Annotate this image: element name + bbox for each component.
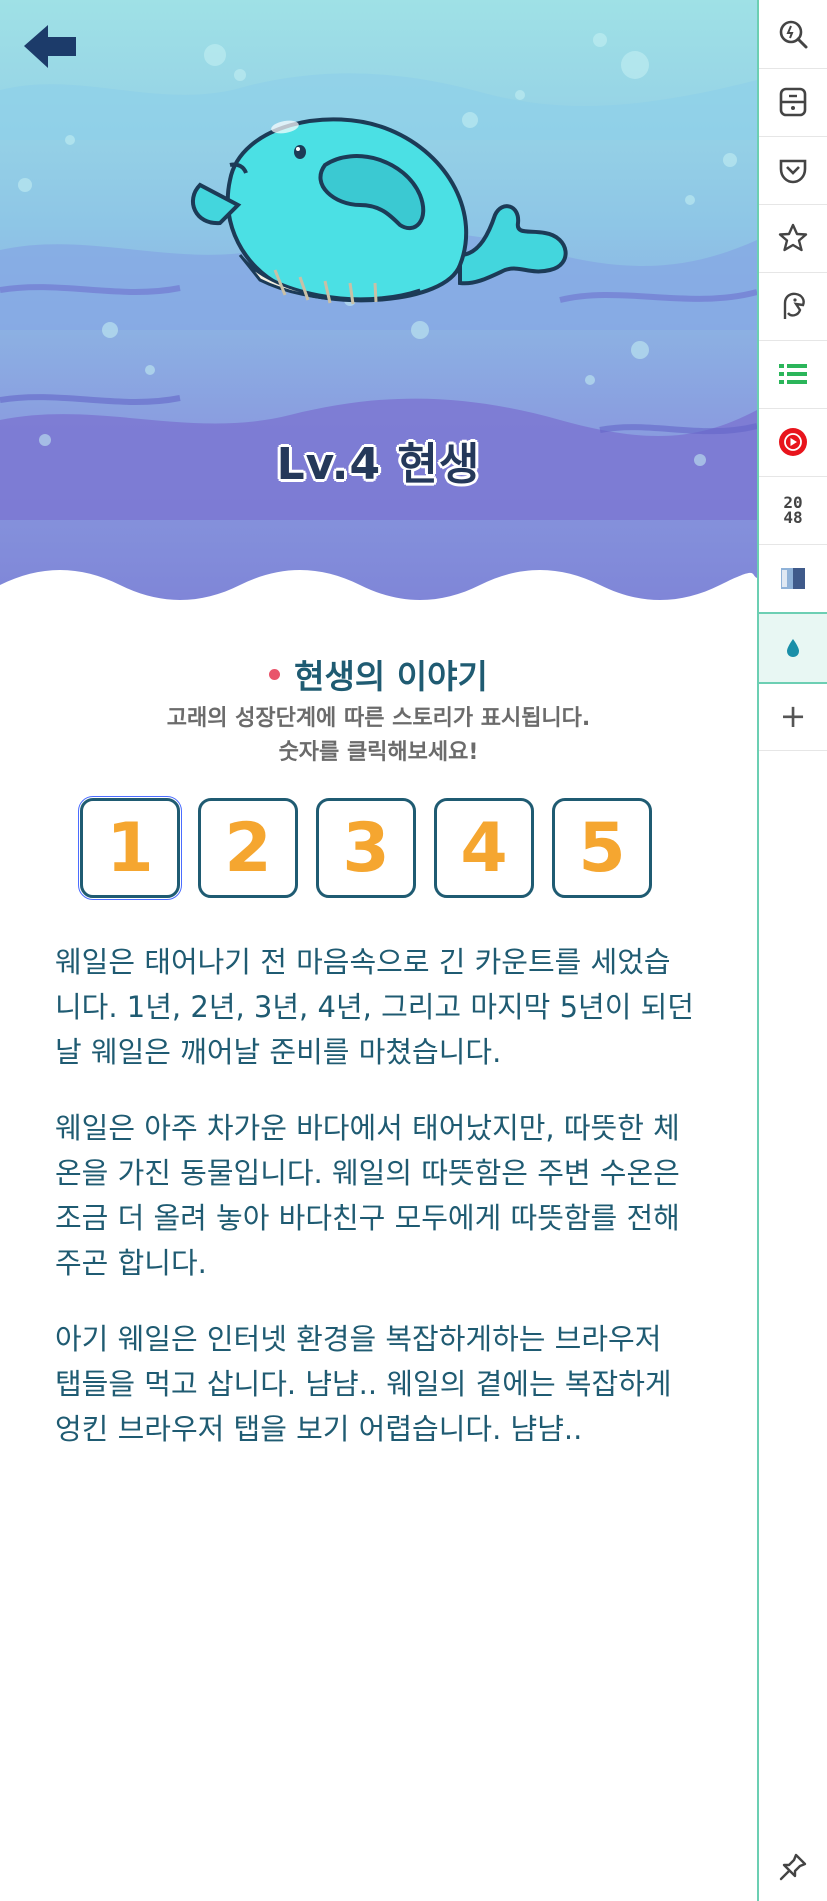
- story-paragraph: 아기 웨일은 인터넷 환경을 복잡하게하는 브라우저 탭들을 먹고 삽니다. 냠…: [55, 1322, 672, 1446]
- sidebar-item-youtube-music[interactable]: [759, 408, 827, 477]
- sidebar-item-list[interactable]: [759, 340, 827, 409]
- stage-button-3[interactable]: 3: [316, 798, 416, 898]
- water-drop-icon: [787, 639, 799, 657]
- calculator-icon: [779, 87, 807, 117]
- hero-banner: Lv.4 현생: [0, 0, 757, 640]
- story-title-text: 현생의 이야기: [294, 657, 488, 696]
- game-2048-icon: 20 48: [783, 493, 803, 527]
- sidebar: 20 48 +: [757, 0, 827, 1901]
- arrow-left-icon: [24, 25, 76, 68]
- sidebar-item-calculator[interactable]: [759, 68, 827, 137]
- story-header: 현생의 이야기 고래의 성장단계에 따른 스토리가 표시됩니다. 숫자를 클릭해…: [0, 650, 757, 770]
- zoom-search-icon: [779, 20, 808, 49]
- level-title: Lv.4 현생: [276, 439, 481, 490]
- story-paragraph: 웨일은 아주 차가운 바다에서 태어났지만, 따뜻한 체온을 가진 동물입니다.…: [55, 1111, 680, 1280]
- story-subtitle-1: 고래의 성장단계에 따른 스토리가 표시됩니다.: [166, 706, 591, 731]
- stage-button-1[interactable]: 1: [78, 796, 182, 900]
- ocean-background: [0, 0, 757, 640]
- sidebar-item-zoom[interactable]: [759, 0, 827, 69]
- story-subtitle-2: 숫자를 클릭해보세요!: [278, 740, 479, 765]
- whale-illustration: [190, 117, 568, 305]
- sidebar-item-book[interactable]: [759, 544, 827, 613]
- whale-story-page: Lv.4 현생 현생의 이야기 고래의 성장단계에 따른 스토리가 표시됩니다.…: [0, 0, 757, 1901]
- sidebar-add-button[interactable]: +: [759, 682, 827, 751]
- bullet-dot-icon: [269, 668, 281, 680]
- sidebar-item-whale[interactable]: [759, 612, 827, 684]
- youtube-music-icon: [779, 428, 807, 456]
- sidebar-item-pocket[interactable]: [759, 136, 827, 205]
- sidebar-pin-button[interactable]: [759, 1833, 827, 1901]
- star-icon: [778, 223, 808, 252]
- story-title: 현생의 이야기: [269, 650, 488, 698]
- pocket-icon: [779, 159, 807, 184]
- plus-icon: +: [779, 697, 807, 735]
- stage-button-4[interactable]: 4: [434, 798, 534, 898]
- list-icon: [779, 364, 807, 384]
- stage-button-5[interactable]: 5: [552, 798, 652, 898]
- pin-icon: [779, 1853, 807, 1881]
- story-paragraph: 웨일은 태어나기 전 마음속으로 긴 카운트를 세었습니다. 1년, 2년, 3…: [55, 945, 694, 1069]
- papago-icon: [783, 292, 805, 319]
- stage-button-2[interactable]: 2: [198, 798, 298, 898]
- stage-number-selector: 1 2 3 4 5: [78, 796, 680, 900]
- story-body: 웨일은 태어나기 전 마음속으로 긴 카운트를 세었습니다. 1년, 2년, 3…: [55, 940, 695, 1483]
- sidebar-item-papago[interactable]: [759, 272, 827, 341]
- back-button[interactable]: [22, 22, 80, 72]
- sidebar-item-favorites[interactable]: [759, 204, 827, 273]
- sidebar-item-2048[interactable]: 20 48: [759, 476, 827, 545]
- book-icon: [781, 568, 805, 589]
